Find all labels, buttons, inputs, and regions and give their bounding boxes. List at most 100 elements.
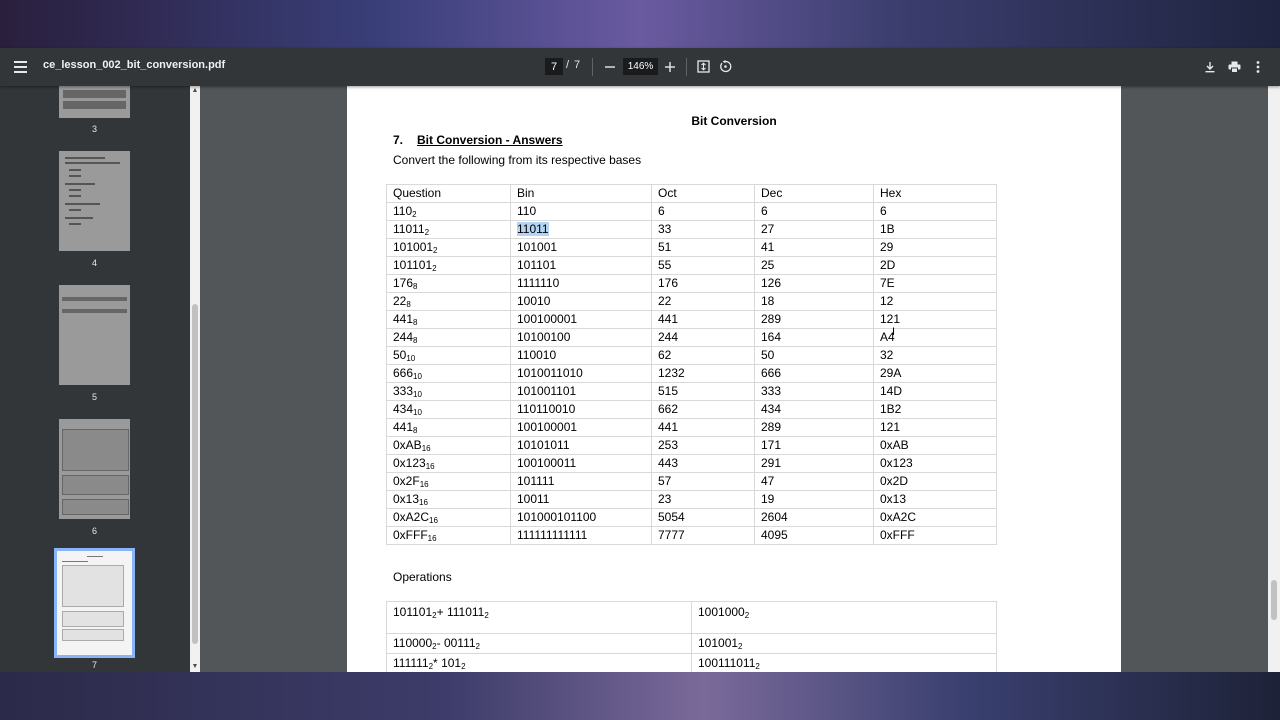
page-thumbnail-label: 5 bbox=[91, 392, 97, 402]
oct-cell: 62 bbox=[651, 346, 755, 365]
pdf-viewer: ce_lesson_002_bit_conversion.pdf / 7 bbox=[0, 48, 1280, 672]
oct-cell: 23 bbox=[651, 490, 755, 509]
page-thumbnail-7[interactable] bbox=[54, 548, 135, 658]
page-thumbnail-label: 6 bbox=[91, 526, 97, 536]
operations-table: 1011012+ 1110112 10010002 1100002- 00111… bbox=[386, 601, 997, 672]
zoom-out-button[interactable] bbox=[600, 57, 620, 77]
question-cell: 0xAB16 bbox=[386, 436, 511, 455]
dec-cell: 333 bbox=[754, 382, 874, 401]
question-cell: 0xFFF16 bbox=[386, 526, 511, 545]
bin-cell: 100100001 bbox=[510, 418, 652, 437]
hex-cell: 121 bbox=[873, 418, 997, 437]
question-cell: 1010012 bbox=[386, 238, 511, 257]
scroll-down-icon[interactable]: ▼ bbox=[190, 662, 200, 672]
question-cell: 0xA2C16 bbox=[386, 508, 511, 527]
column-header: Dec bbox=[754, 184, 874, 203]
question-cell: 0x1316 bbox=[386, 490, 511, 509]
section-number: 7. bbox=[393, 133, 404, 147]
page-thumbnail-5[interactable] bbox=[59, 285, 130, 385]
instruction-text: Convert the following from its respectiv… bbox=[393, 153, 642, 167]
question-cell: 43410 bbox=[386, 400, 511, 419]
oct-cell: 253 bbox=[651, 436, 755, 455]
bin-cell: 10100100 bbox=[510, 328, 652, 347]
oct-cell: 441 bbox=[651, 418, 755, 437]
question-cell: 1102 bbox=[386, 202, 511, 221]
hex-cell: 0x123 bbox=[873, 454, 997, 473]
bin-cell: 100100001 bbox=[510, 310, 652, 329]
conversion-table: Question Bin Oct Dec Hex 1102 110 6 6 6 1101… bbox=[386, 184, 997, 545]
page-number-input[interactable] bbox=[545, 58, 563, 75]
question-cell: 0x2F16 bbox=[386, 472, 511, 491]
question-cell: 66610 bbox=[386, 364, 511, 383]
oct-cell: 5054 bbox=[651, 508, 755, 527]
table-row: 43410 110110010 662 434 1B2 bbox=[386, 400, 997, 419]
hex-cell: 2D bbox=[873, 256, 997, 275]
dec-cell: 666 bbox=[754, 364, 874, 383]
page-thumbnail-4[interactable] bbox=[59, 151, 130, 251]
download-icon bbox=[1205, 62, 1215, 73]
table-row: 1100002- 001112 1010012 bbox=[386, 633, 997, 654]
page-thumbnail-3[interactable] bbox=[59, 86, 130, 118]
table-row: 1011012+ 1110112 10010002 bbox=[386, 601, 997, 634]
main-scrollbar[interactable] bbox=[1268, 86, 1280, 672]
bin-cell: 101101 bbox=[510, 256, 652, 275]
table-row: 0xA2C16 101000101100 5054 2604 0xA2C bbox=[386, 508, 997, 527]
bin-cell: 101001101 bbox=[510, 382, 652, 401]
scroll-up-icon[interactable]: ▲ bbox=[190, 86, 200, 96]
table-row: 1111112* 1012 1001110112 bbox=[386, 653, 997, 672]
zoom-in-button[interactable] bbox=[660, 57, 680, 77]
question-cell: 1768 bbox=[386, 274, 511, 293]
more-vert-icon bbox=[1256, 61, 1260, 73]
dec-cell: 47 bbox=[754, 472, 874, 491]
table-row: 1102 110 6 6 6 bbox=[386, 202, 997, 221]
result-cell: 1001110112 bbox=[691, 653, 997, 672]
more-options-button[interactable] bbox=[1248, 57, 1268, 77]
bin-cell: 100100011 bbox=[510, 454, 652, 473]
dec-cell: 164 bbox=[754, 328, 874, 347]
hex-cell: 29A bbox=[873, 364, 997, 383]
bin-cell: 111111111111 bbox=[510, 526, 652, 545]
pdf-toolbar: ce_lesson_002_bit_conversion.pdf / 7 bbox=[0, 48, 1280, 86]
column-header: Oct bbox=[651, 184, 755, 203]
table-row: 0x12316 100100011 443 291 0x123 bbox=[386, 454, 997, 473]
fit-page-button[interactable] bbox=[693, 57, 713, 77]
page-thumbnail-6[interactable] bbox=[59, 419, 130, 519]
column-header: Question bbox=[386, 184, 511, 203]
hex-cell: 0x2D bbox=[873, 472, 997, 491]
dec-cell: 50 bbox=[754, 346, 874, 365]
zoom-input[interactable] bbox=[623, 58, 658, 75]
oct-cell: 7777 bbox=[651, 526, 755, 545]
bin-cell: 101001 bbox=[510, 238, 652, 257]
page-thumbnail-label: 7 bbox=[91, 660, 97, 670]
dec-cell: 41 bbox=[754, 238, 874, 257]
hex-cell: 7E bbox=[873, 274, 997, 293]
page-thumbnail-label: 3 bbox=[91, 124, 97, 134]
main-scroll-thumb[interactable] bbox=[1271, 580, 1277, 620]
hex-cell: 32 bbox=[873, 346, 997, 365]
column-header: Hex bbox=[873, 184, 997, 203]
table-row: 4418 100100001 441 289 121 bbox=[386, 418, 997, 437]
oct-cell: 244 bbox=[651, 328, 755, 347]
table-row: 110112 11011 33 27 1B bbox=[386, 220, 997, 239]
bin-cell: 110010 bbox=[510, 346, 652, 365]
page-separator: / bbox=[566, 59, 570, 71]
bin-cell: 110110010 bbox=[510, 400, 652, 419]
print-icon bbox=[1228, 61, 1240, 73]
rotate-button[interactable] bbox=[715, 57, 735, 77]
menu-icon[interactable] bbox=[12, 58, 30, 76]
oct-cell: 55 bbox=[651, 256, 755, 275]
hex-cell: 12 bbox=[873, 292, 997, 311]
hex-cell: 0x13 bbox=[873, 490, 997, 509]
sidebar-scroll-thumb[interactable] bbox=[192, 304, 198, 644]
download-button[interactable] bbox=[1200, 57, 1220, 77]
total-pages: 7 bbox=[574, 59, 581, 71]
selected-text: 11011 bbox=[517, 222, 549, 236]
pdf-page: Bit Conversion 7. Bit Conversion - Answe… bbox=[347, 86, 1121, 672]
oct-cell: 51 bbox=[651, 238, 755, 257]
sidebar-scrollbar[interactable]: ▲ ▼ bbox=[190, 86, 200, 672]
question-cell: 228 bbox=[386, 292, 511, 311]
question-cell: 4418 bbox=[386, 310, 511, 329]
print-button[interactable] bbox=[1224, 57, 1244, 77]
question-cell: 2448 bbox=[386, 328, 511, 347]
question-cell: 4418 bbox=[386, 418, 511, 437]
